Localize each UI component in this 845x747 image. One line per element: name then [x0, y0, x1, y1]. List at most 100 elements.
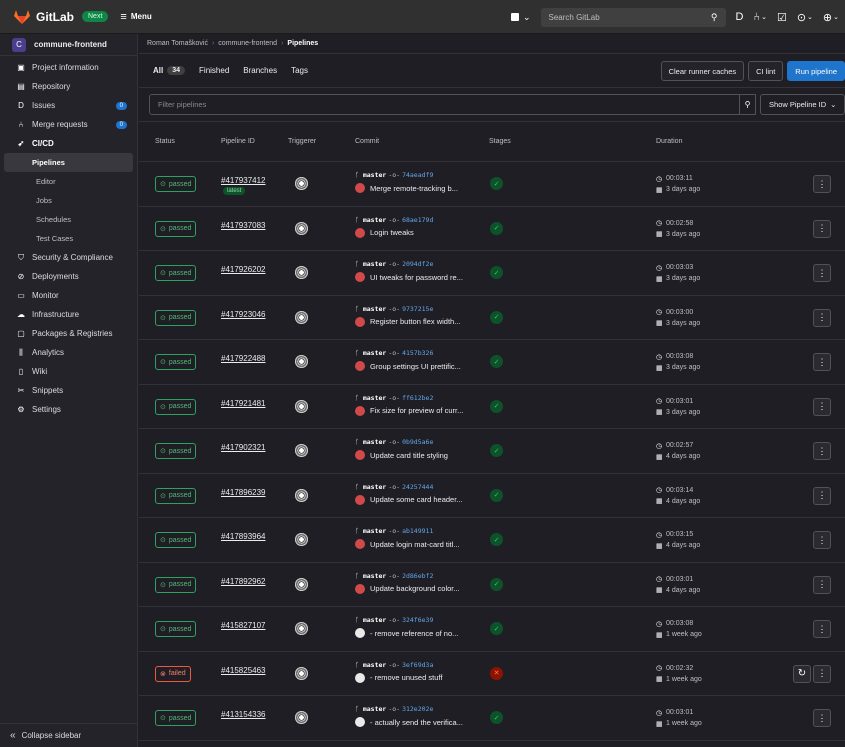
stage-passed-icon[interactable]: ✓ [490, 533, 503, 546]
user-avatar[interactable]: ⊕ ⌄ [823, 11, 839, 24]
commit-sha-link[interactable]: 24257444 [402, 483, 433, 491]
sidebar-item-snippets[interactable]: ✂ Snippets [0, 381, 137, 400]
pipeline-id-link[interactable]: #415827107 [221, 621, 266, 630]
more-actions-button[interactable]: ⋮ [813, 709, 831, 727]
author-avatar[interactable] [355, 672, 365, 683]
more-actions-button[interactable]: ⋮ [813, 664, 831, 683]
pipeline-id-link[interactable]: #417892962 [221, 577, 266, 586]
tab-branches[interactable]: Branches [243, 66, 277, 75]
branch-link[interactable]: master [363, 661, 386, 669]
help-icon[interactable]: ⊙ ⌄ [797, 11, 813, 24]
pipeline-id-link[interactable]: #417921481 [221, 399, 266, 408]
commit-sha-link[interactable]: ab149911 [402, 527, 433, 535]
status-badge[interactable]: ⊙ passed [155, 532, 197, 548]
author-avatar[interactable] [355, 227, 365, 238]
more-actions-button[interactable]: ⋮ [813, 219, 831, 238]
project-header[interactable]: C commune-frontend [0, 34, 137, 56]
search-icon[interactable]: ⚲ [739, 94, 757, 115]
stage-passed-icon[interactable]: ✓ [490, 399, 503, 413]
commit-title-link[interactable]: Update background color... [370, 584, 460, 593]
author-avatar[interactable] [355, 316, 365, 327]
search-input[interactable]: Search GitLab ⚲ [540, 7, 726, 27]
triggerer-avatar[interactable] [295, 355, 308, 368]
sidebar-item-monitor[interactable]: ▭ Monitor [0, 286, 137, 305]
pipeline-id-dropdown[interactable]: Show Pipeline ID ⌄ [760, 94, 845, 115]
branch-link[interactable]: master [363, 483, 386, 491]
branch-link[interactable]: master [363, 260, 386, 268]
status-badge[interactable]: ⊙ passed [155, 176, 197, 192]
pipeline-id-link[interactable]: #417902321 [221, 443, 266, 452]
commit-title-link[interactable]: Group settings UI prettific... [370, 362, 461, 371]
commit-title-link[interactable]: UI tweaks for password re... [370, 273, 463, 282]
commit-sha-link[interactable]: 2094df2e [402, 260, 433, 268]
more-actions-button[interactable]: ⋮ [813, 175, 831, 193]
triggerer-avatar[interactable] [295, 622, 308, 635]
sidebar-item-issues[interactable]: D Issues 0 [0, 96, 137, 115]
pipeline-id-link[interactable]: #413154336 [221, 710, 266, 719]
branch-link[interactable]: master [363, 527, 386, 535]
triggerer-avatar[interactable] [295, 266, 308, 279]
sidebar-subitem-schedules[interactable]: Schedules [4, 210, 133, 229]
sidebar-item-analytics[interactable]: ⫼ Analytics [0, 343, 137, 362]
status-badge[interactable]: ⊙ passed [155, 576, 197, 593]
pipeline-id-link[interactable]: #417937412 [221, 176, 266, 185]
more-actions-button[interactable]: ⋮ [813, 575, 831, 594]
more-actions-button[interactable]: ⋮ [813, 397, 831, 416]
author-avatar[interactable] [355, 539, 365, 549]
sidebar-subitem-pipelines[interactable]: Pipelines [4, 153, 133, 172]
status-badge[interactable]: ⊙ passed [155, 710, 197, 726]
sidebar-item-project-information[interactable]: ▣ Project information [0, 58, 137, 77]
status-badge[interactable]: ⊙ passed [155, 220, 197, 237]
sidebar-item-infrastructure[interactable]: ☁ Infrastructure [0, 305, 137, 324]
commit-title-link[interactable]: Login tweaks [370, 228, 414, 237]
ci-lint-button[interactable]: CI lint [748, 61, 784, 81]
status-badge[interactable]: ⊗ failed [155, 665, 191, 682]
triggerer-avatar[interactable] [295, 533, 308, 546]
status-badge[interactable]: ⊙ passed [155, 621, 197, 637]
sidebar-subitem-jobs[interactable]: Jobs [4, 191, 133, 210]
pipeline-id-link[interactable]: #417923046 [221, 310, 266, 319]
triggerer-avatar[interactable] [295, 399, 308, 413]
stage-passed-icon[interactable]: ✓ [490, 622, 503, 635]
commit-sha-link[interactable]: 9737215e [402, 305, 433, 313]
breadcrumb-current[interactable]: Pipelines [287, 40, 318, 47]
stage-passed-icon[interactable]: ✓ [490, 444, 503, 457]
todo-icon[interactable]: ☑ [777, 11, 787, 24]
triggerer-avatar[interactable] [295, 444, 308, 457]
clear-runner-caches-button[interactable]: Clear runner caches [660, 61, 745, 81]
author-avatar[interactable] [355, 628, 365, 638]
branch-link[interactable]: master [363, 394, 386, 402]
branch-link[interactable]: master [363, 438, 386, 446]
branch-link[interactable]: master [363, 216, 386, 224]
more-actions-button[interactable]: ⋮ [813, 264, 831, 282]
status-badge[interactable]: ⊙ passed [155, 265, 197, 281]
tab-all[interactable]: All 34 [153, 66, 186, 75]
sidebar-item-packages[interactable]: ▢ Packages & Registries [0, 324, 137, 343]
commit-sha-link[interactable]: ff612be2 [402, 394, 433, 402]
sidebar-item-repository[interactable]: ▤ Repository [0, 77, 137, 96]
pipeline-id-link[interactable]: #415825463 [221, 666, 266, 675]
triggerer-avatar[interactable] [295, 711, 308, 724]
sidebar-item-merge-requests[interactable]: ⑃ Merge requests 0 [0, 115, 137, 134]
tab-tags[interactable]: Tags [291, 66, 308, 75]
menu-button[interactable]: ≡ Menu [120, 11, 151, 23]
retry-button[interactable]: ↻ [793, 664, 811, 683]
author-avatar[interactable] [355, 717, 365, 727]
stage-failed-icon[interactable]: ✕ [490, 666, 503, 680]
more-actions-button[interactable]: ⋮ [813, 620, 831, 638]
status-badge[interactable]: ⊙ passed [155, 398, 197, 415]
stage-passed-icon[interactable]: ✓ [490, 355, 503, 368]
filter-pipelines-input[interactable]: Filter pipelines [149, 94, 740, 115]
commit-title-link[interactable]: Fix size for preview of curr... [370, 406, 463, 415]
more-actions-button[interactable]: ⋮ [813, 308, 831, 327]
stage-passed-icon[interactable]: ✓ [490, 310, 503, 324]
pipeline-id-link[interactable]: #417937083 [221, 221, 266, 230]
collapse-sidebar-button[interactable]: « Collapse sidebar [0, 723, 138, 747]
commit-sha-link[interactable]: 0b9d5a6e [402, 438, 433, 446]
more-actions-button[interactable]: ⋮ [813, 353, 831, 371]
commit-sha-link[interactable]: 4157b326 [402, 349, 433, 357]
run-pipeline-button[interactable]: Run pipeline [787, 61, 845, 81]
author-avatar[interactable] [355, 361, 365, 371]
commit-sha-link[interactable]: 312e202e [402, 705, 433, 713]
gitlab-logo[interactable]: GitLab Next [14, 9, 109, 24]
